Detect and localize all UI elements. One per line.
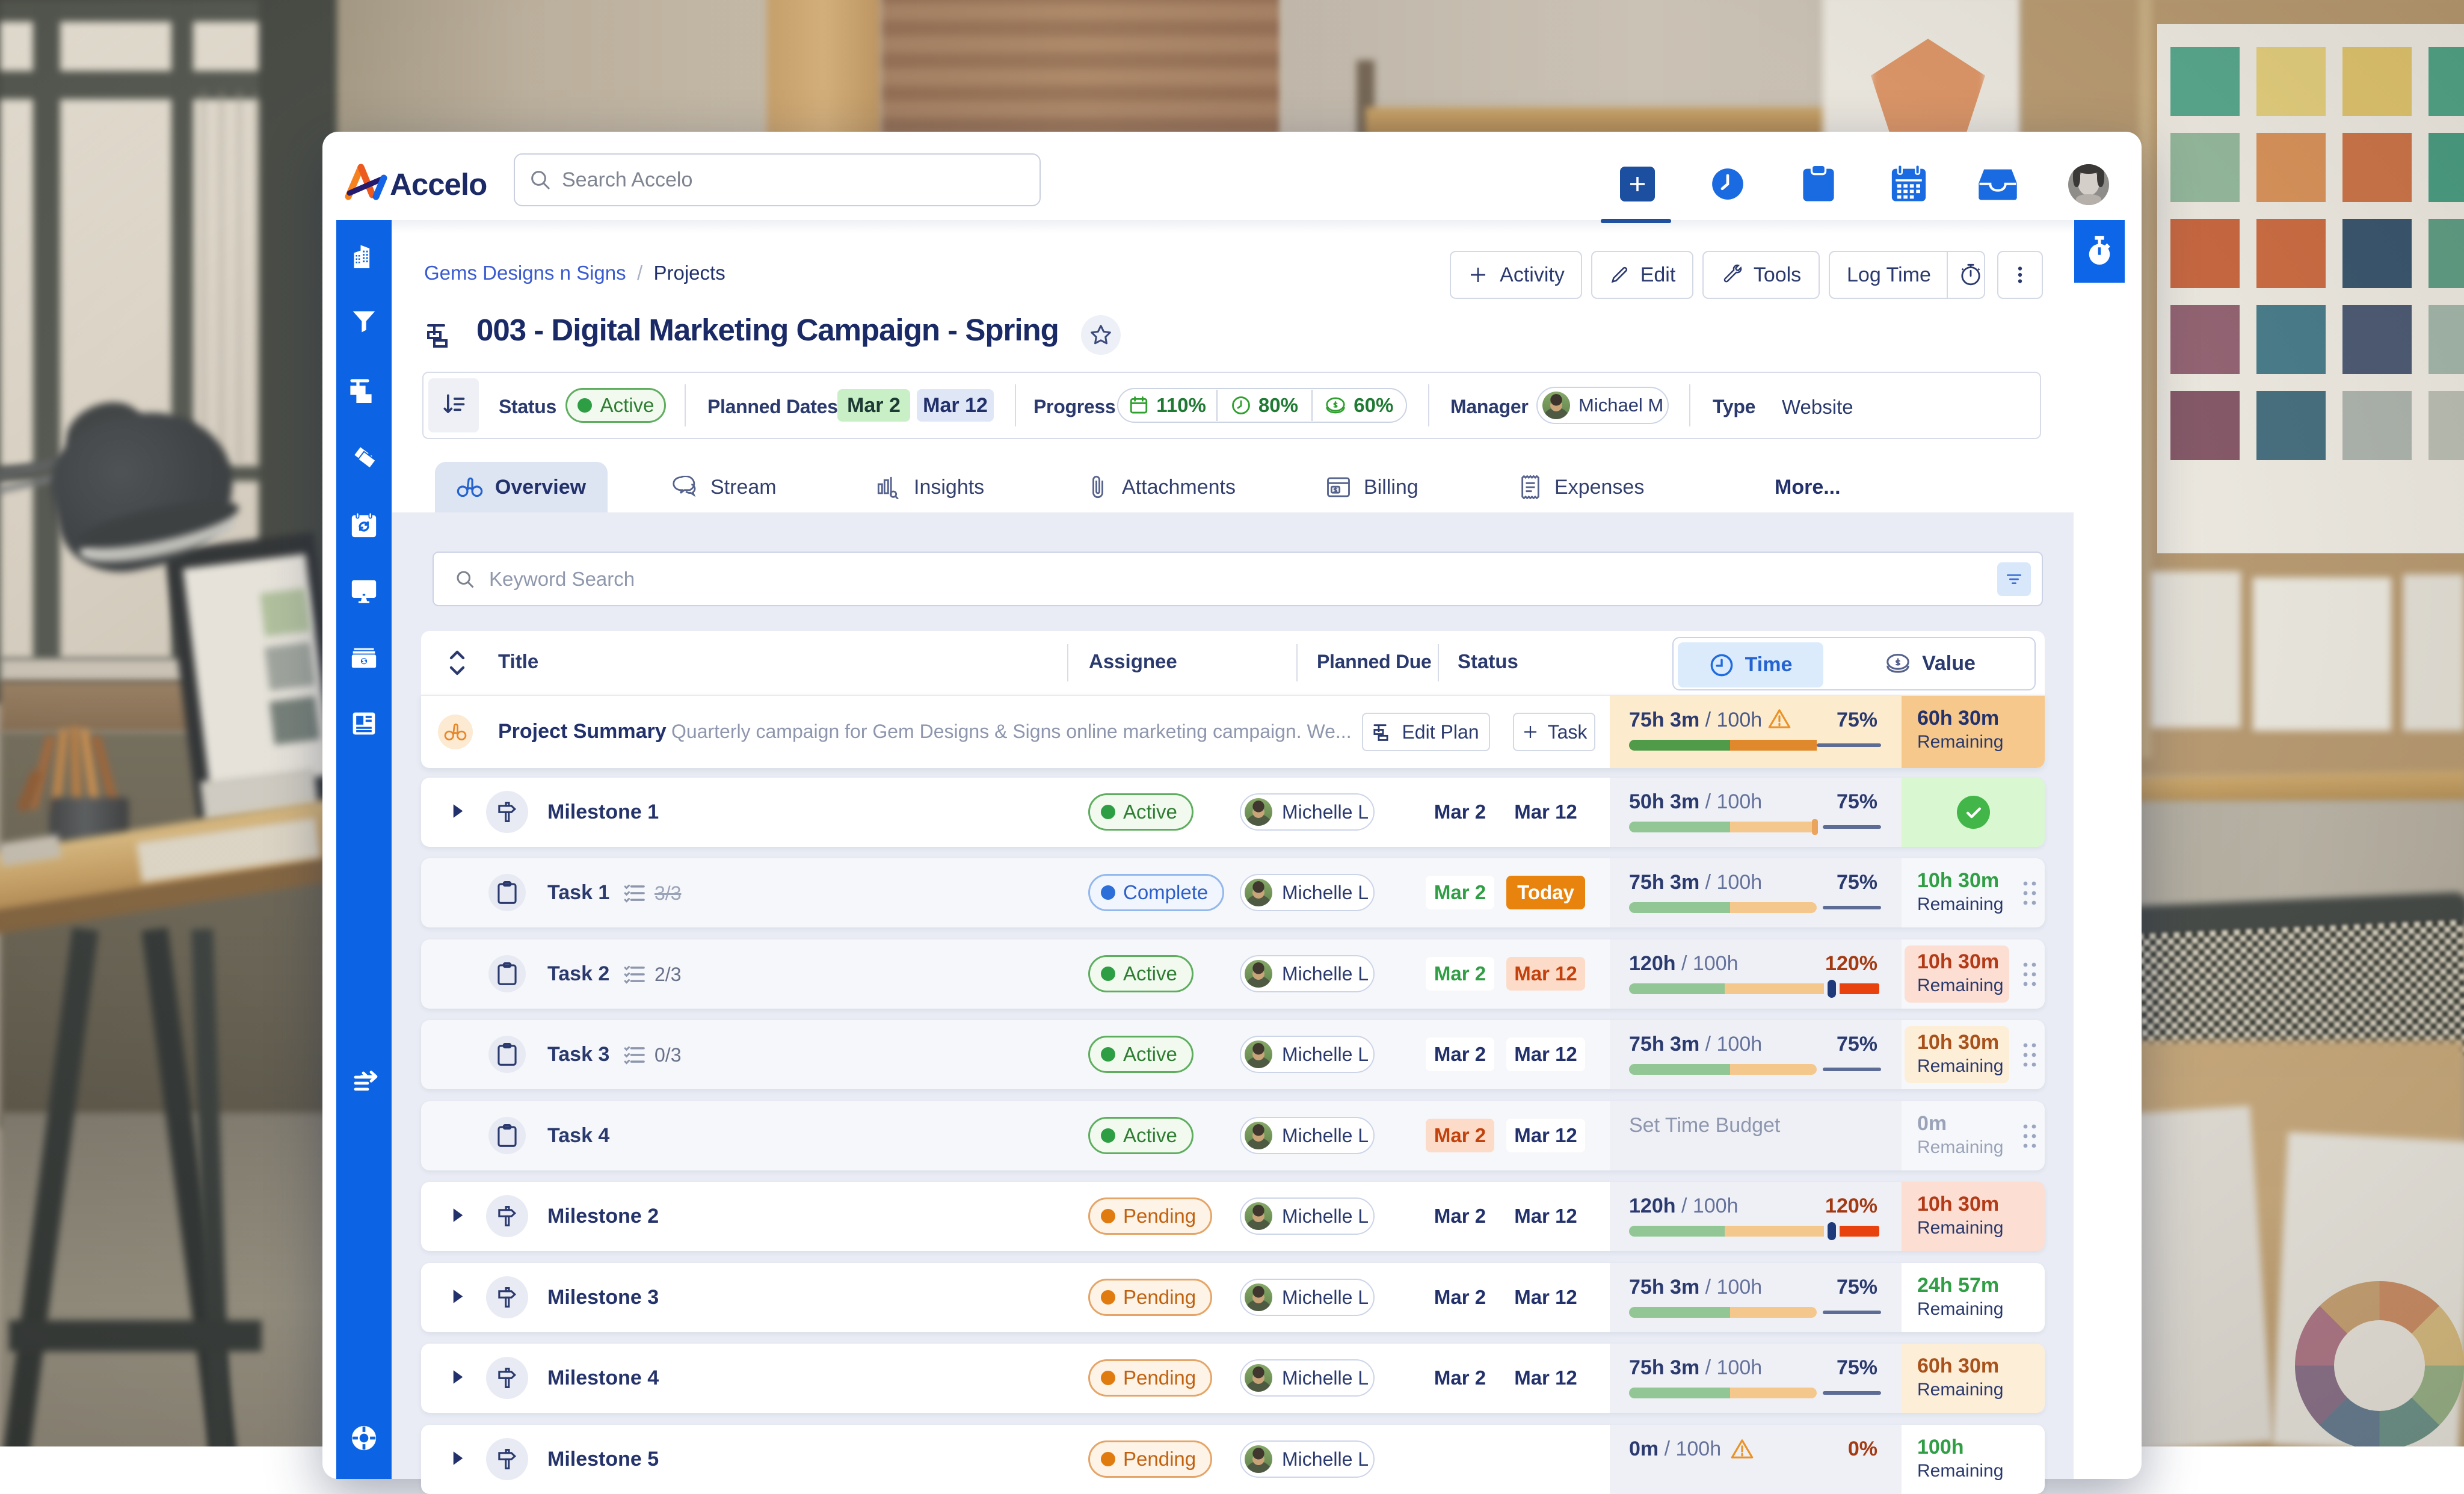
svg-text:Accelo: Accelo: [390, 167, 487, 200]
